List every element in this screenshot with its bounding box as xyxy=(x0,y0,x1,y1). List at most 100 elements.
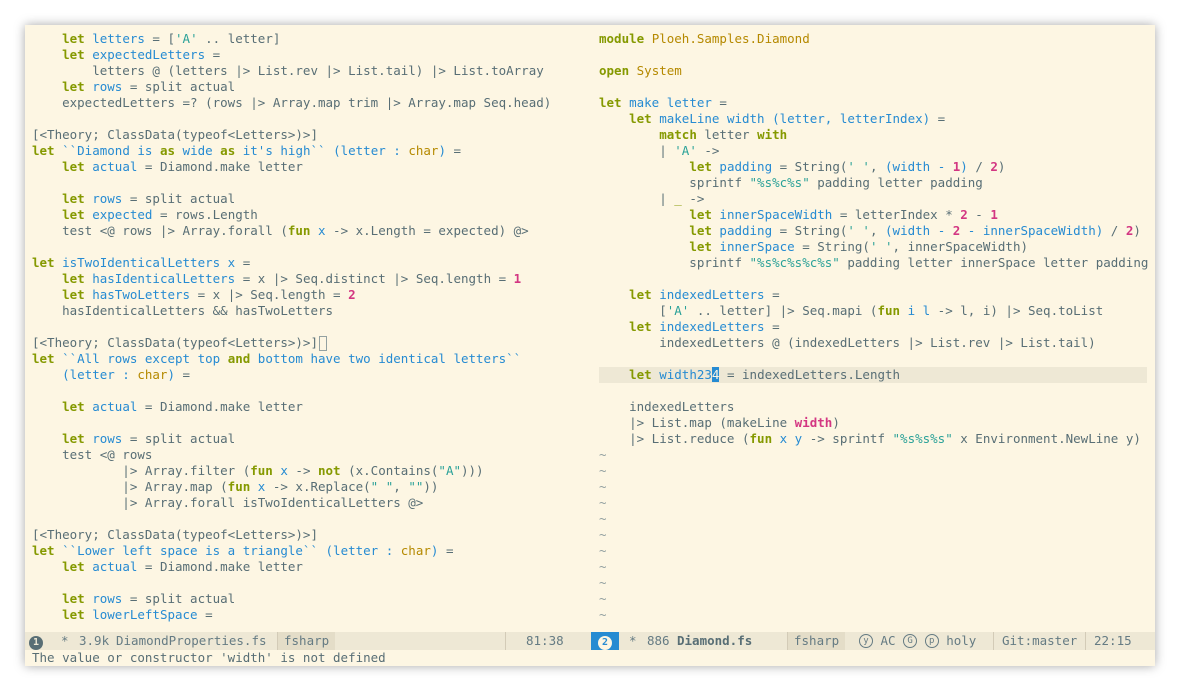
major-mode[interactable]: fsharp xyxy=(787,632,846,650)
code-line[interactable]: ~ xyxy=(599,447,1148,463)
code-line[interactable]: |> Array.forall isTwoIdenticalLetters @> xyxy=(32,495,551,511)
code-line[interactable]: ~ xyxy=(599,575,1148,591)
code-line[interactable]: match letter with xyxy=(599,127,1148,143)
code-line[interactable]: test <@ rows |> Array.forall (fun x -> x… xyxy=(32,223,551,239)
code-line[interactable]: |> List.reduce (fun x y -> sprintf "%s%s… xyxy=(599,431,1148,447)
code-line[interactable]: let width234 = indexedLetters.Length xyxy=(599,367,1147,383)
code-line[interactable]: sprintf "%s%c%s%c%s" padding letter inne… xyxy=(599,255,1148,271)
code-line[interactable]: let innerSpaceWidth = letterIndex * 2 - … xyxy=(599,207,1148,223)
code-line[interactable]: open System xyxy=(599,63,1148,79)
code-line[interactable]: [<Theory; ClassData(typeof<Letters>)>] xyxy=(32,127,551,143)
left-modeline[interactable]: 1 * 3.9k DiamondProperties.fs fsharp 81:… xyxy=(25,632,591,650)
code-line[interactable]: expectedLetters =? (rows |> Array.map tr… xyxy=(32,95,551,111)
code-line[interactable]: let makeLine width (letter, letterIndex)… xyxy=(599,111,1148,127)
code-line[interactable]: |> Array.filter (fun x -> not (x.Contain… xyxy=(32,463,551,479)
code-line[interactable] xyxy=(599,351,1148,367)
code-line[interactable]: let ``Diamond is as wide as it's high`` … xyxy=(32,143,551,159)
vcs-branch[interactable]: Git:master xyxy=(993,632,1077,650)
code-line[interactable]: hasIdenticalLetters && hasTwoLetters xyxy=(32,303,551,319)
code-line[interactable]: |> List.map (makeLine width) xyxy=(599,415,1148,431)
code-line[interactable]: let padding = String(' ', (width - 2 - i… xyxy=(599,223,1148,239)
code-line[interactable]: let rows = split actual xyxy=(32,431,551,447)
window-number-badge[interactable]: 1 xyxy=(29,632,43,650)
code-token: x y xyxy=(779,431,803,446)
code-line[interactable]: let padding = String(' ', (width - 1) / … xyxy=(599,159,1148,175)
code-line[interactable] xyxy=(32,175,551,191)
code-line[interactable]: sprintf "%s%c%s" padding letter padding xyxy=(599,175,1148,191)
code-line[interactable]: module Ploeh.Samples.Diamond xyxy=(599,31,1148,47)
code-line[interactable]: let make letter = xyxy=(599,95,1148,111)
code-line[interactable] xyxy=(32,511,551,527)
code-token: and xyxy=(227,351,251,366)
code-line[interactable]: ~ xyxy=(599,607,1148,623)
code-token: , xyxy=(393,479,409,494)
code-line[interactable]: [<Theory; ClassData(typeof<Letters>)>] xyxy=(32,527,551,543)
code-line[interactable] xyxy=(32,239,551,255)
code-line[interactable]: ~ xyxy=(599,495,1148,511)
code-line[interactable]: let lowerLeftSpace = xyxy=(32,607,551,623)
code-line[interactable]: letters @ (letters |> List.rev |> List.t… xyxy=(32,63,551,79)
buffer-name[interactable]: Diamond.fs xyxy=(677,632,752,650)
code-line[interactable]: ~ xyxy=(599,527,1148,543)
code-line[interactable]: let actual = Diamond.make letter xyxy=(32,399,551,415)
code-line[interactable]: let indexedLetters = xyxy=(599,287,1148,303)
code-token: let xyxy=(62,47,85,62)
code-line[interactable] xyxy=(599,383,1148,399)
code-line[interactable]: let indexedLetters = xyxy=(599,319,1148,335)
code-line[interactable] xyxy=(32,415,551,431)
code-line[interactable]: | _ -> xyxy=(599,191,1148,207)
buffer-name[interactable]: DiamondProperties.fs xyxy=(116,632,267,650)
code-line[interactable]: let rows = split actual xyxy=(32,191,551,207)
code-line[interactable]: let actual = Diamond.make letter xyxy=(32,559,551,575)
code-line[interactable]: [<Theory; ClassData(typeof<Letters>)>] xyxy=(32,335,551,351)
major-mode[interactable]: fsharp xyxy=(277,632,336,650)
code-line[interactable]: indexedLetters @ (indexedLetters |> List… xyxy=(599,335,1148,351)
code-line[interactable]: indexedLetters xyxy=(599,399,1148,415)
code-line[interactable]: let letters = ['A' .. letter] xyxy=(32,31,551,47)
left-code-area[interactable]: let letters = ['A' .. letter] let expect… xyxy=(32,31,551,623)
code-line[interactable]: ~ xyxy=(599,479,1148,495)
code-line[interactable] xyxy=(32,383,551,399)
code-line[interactable]: |> Array.map (fun x -> x.Replace(" ", ""… xyxy=(32,479,551,495)
code-token: with xyxy=(757,127,788,142)
code-line[interactable]: let hasIdenticalLetters = x |> Seq.disti… xyxy=(32,271,551,287)
right-modeline[interactable]: 2 * 886 Diamond.fs fsharp y AC G p holy … xyxy=(591,632,1155,650)
code-line[interactable]: ~ xyxy=(599,591,1148,607)
code-token: rows xyxy=(92,191,123,206)
code-line[interactable]: ~ xyxy=(599,559,1148,575)
code-line[interactable]: let ``All rows except top and bottom hav… xyxy=(32,351,551,367)
code-line[interactable]: ~ xyxy=(599,543,1148,559)
left-editor-pane[interactable]: let letters = ['A' .. letter] let expect… xyxy=(25,25,591,632)
code-line[interactable]: | 'A' -> xyxy=(599,143,1148,159)
code-line[interactable]: let innerSpace = String(' ', innerSpaceW… xyxy=(599,239,1148,255)
code-line[interactable] xyxy=(599,47,1148,63)
window-number-badge-active[interactable]: 2 xyxy=(591,632,619,650)
code-line[interactable]: let actual = Diamond.make letter xyxy=(32,159,551,175)
code-token: ' ' xyxy=(869,239,893,254)
code-line[interactable]: let ``Lower left space is a triangle`` (… xyxy=(32,543,551,559)
code-line[interactable]: ['A' .. letter] |> Seq.mapi (fun i l -> … xyxy=(599,303,1148,319)
right-code-area[interactable]: module Ploeh.Samples.Diamond open System l… xyxy=(599,31,1148,623)
right-editor-pane[interactable]: module Ploeh.Samples.Diamond open System l… xyxy=(591,25,1155,632)
code-line[interactable]: let hasTwoLetters = x |> Seq.length = 2 xyxy=(32,287,551,303)
code-line[interactable] xyxy=(32,575,551,591)
code-line[interactable]: (letter : char) = xyxy=(32,367,551,383)
code-token: 2 xyxy=(348,287,356,302)
code-line[interactable] xyxy=(32,319,551,335)
code-line[interactable]: let isTwoIdenticalLetters x = xyxy=(32,255,551,271)
code-line[interactable] xyxy=(32,111,551,127)
code-line[interactable]: let expectedLetters = xyxy=(32,47,551,63)
code-line[interactable]: ~ xyxy=(599,463,1148,479)
code-line[interactable] xyxy=(599,79,1148,95)
minor-modes[interactable]: y AC G p holy xyxy=(859,632,976,650)
code-line[interactable]: let rows = split actual xyxy=(32,79,551,95)
code-line[interactable]: test <@ rows xyxy=(32,447,551,463)
code-line[interactable]: let expected = rows.Length xyxy=(32,207,551,223)
code-line[interactable]: ~ xyxy=(599,511,1148,527)
code-line[interactable]: let rows = split actual xyxy=(32,591,551,607)
code-line[interactable] xyxy=(599,271,1148,287)
